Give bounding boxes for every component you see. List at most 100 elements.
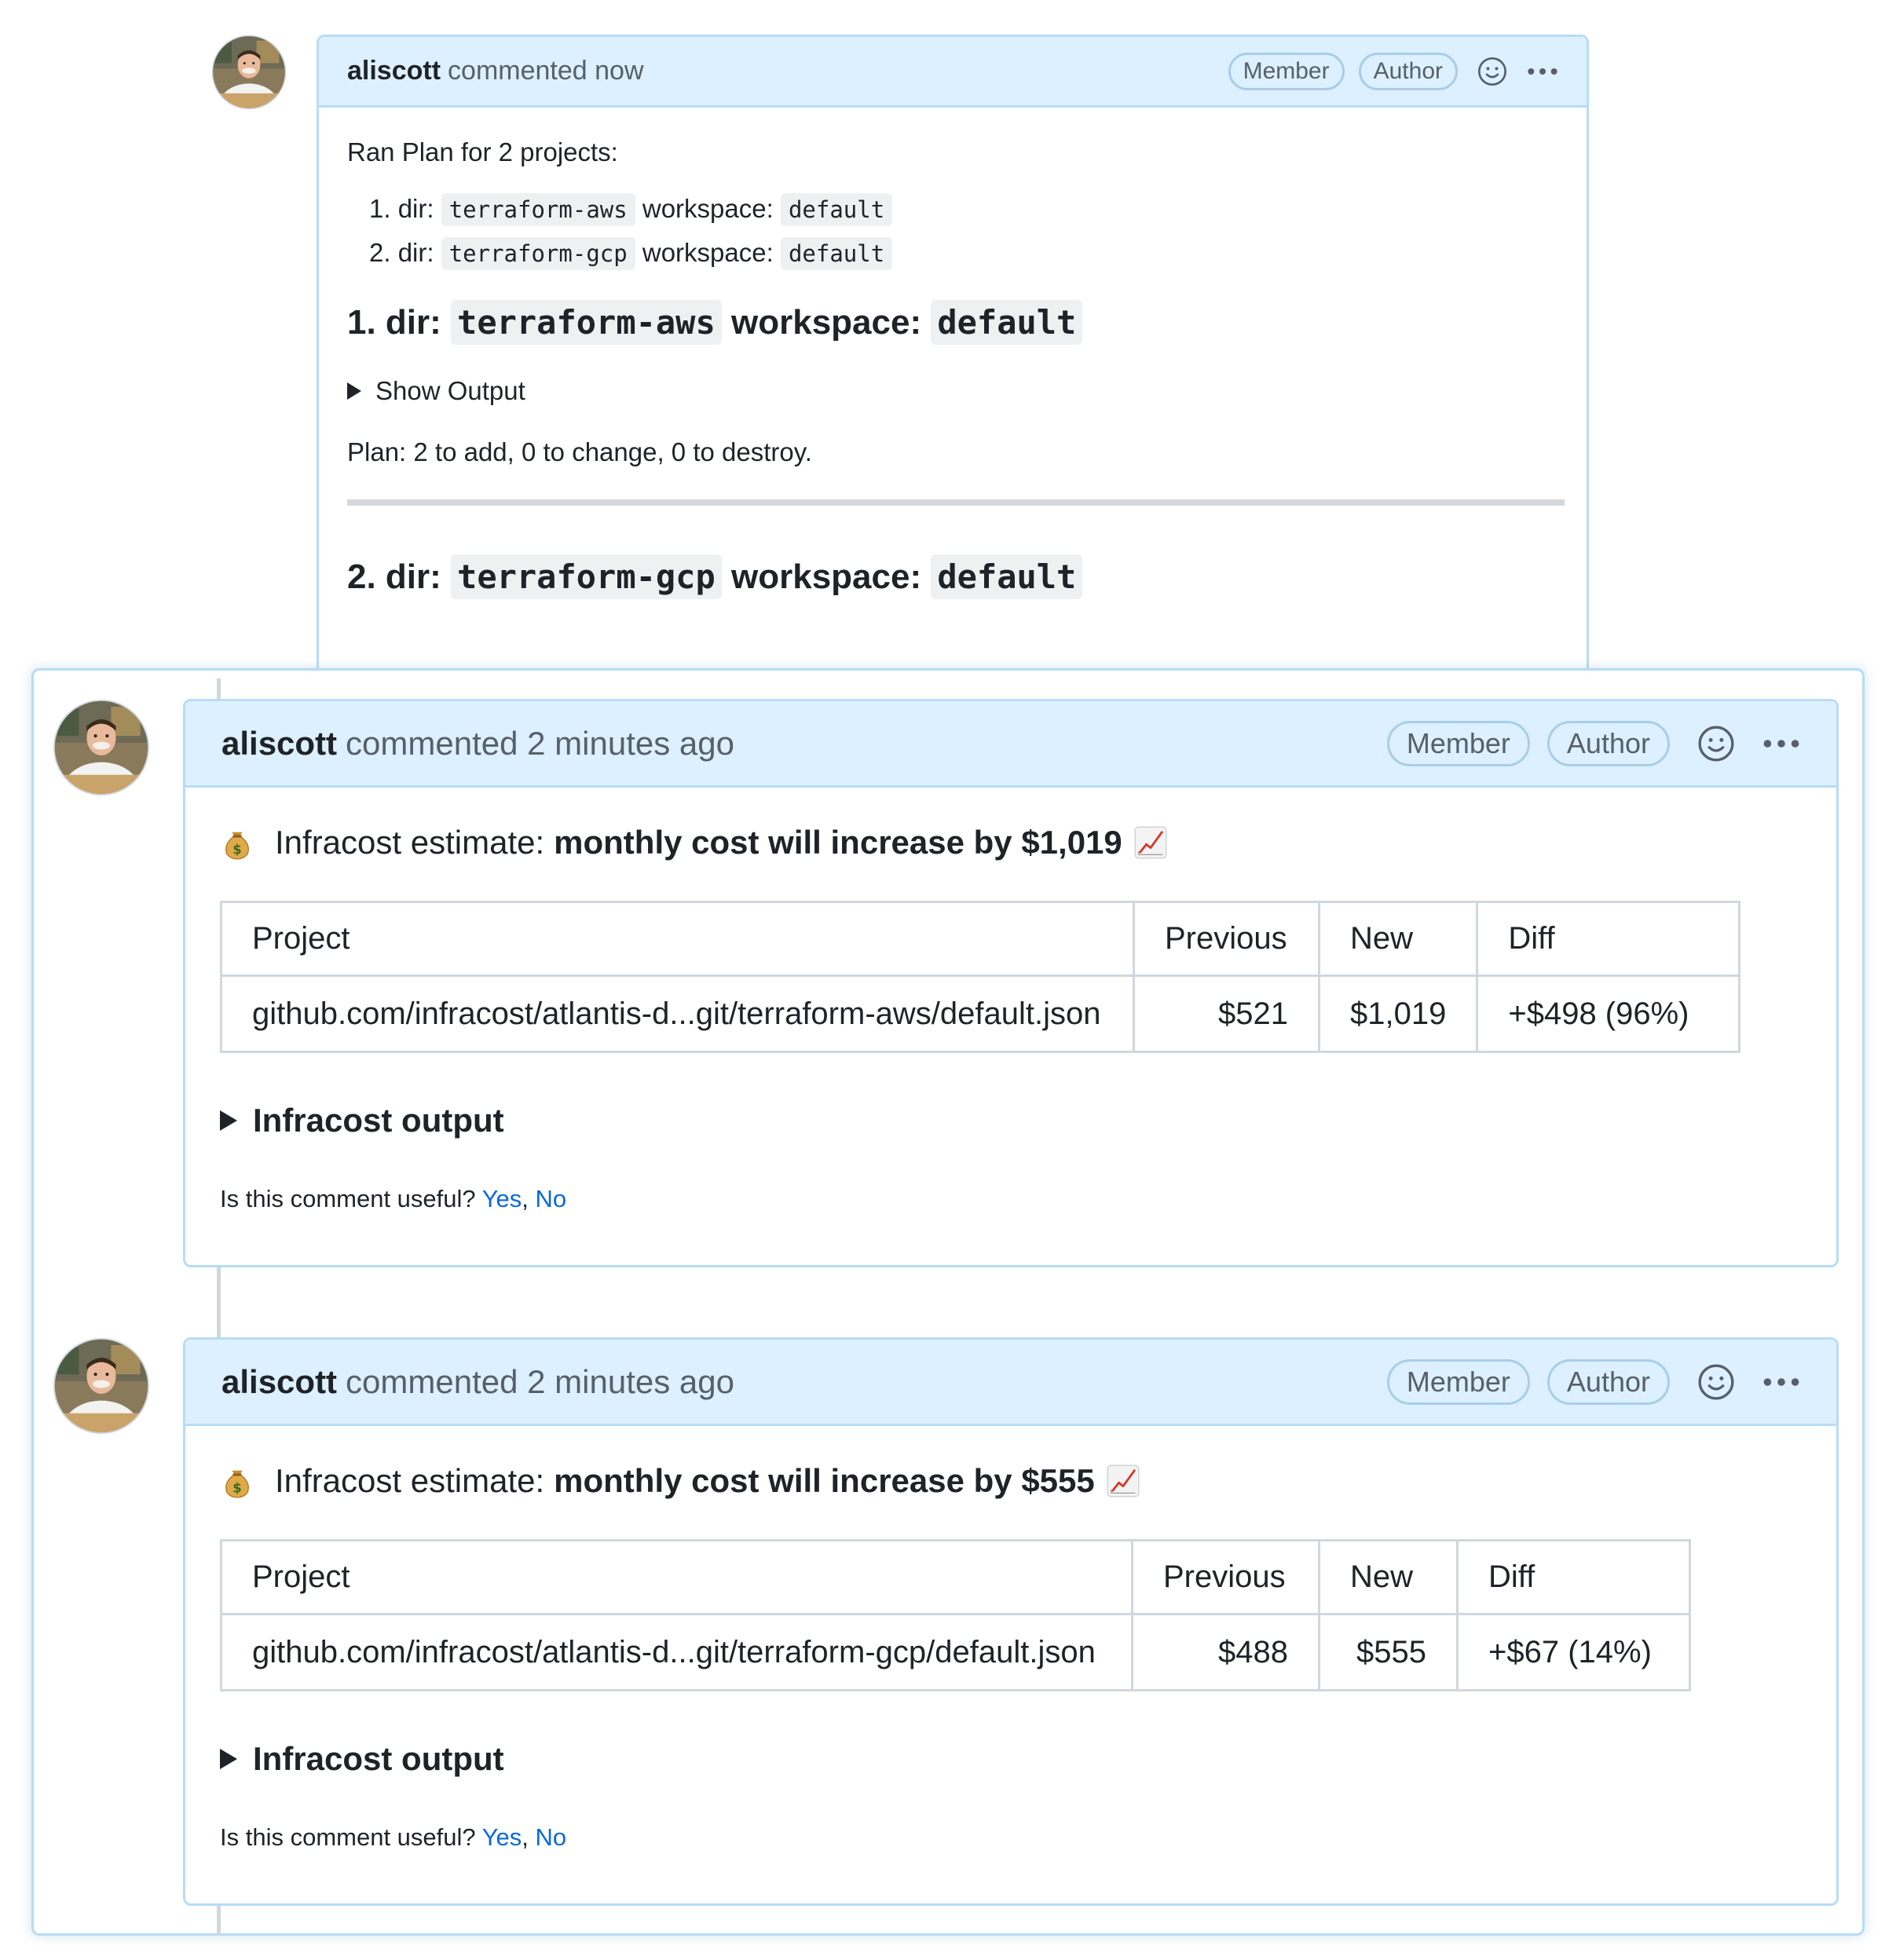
divider (347, 499, 1565, 506)
add-reaction-button[interactable] (1696, 724, 1736, 763)
column-header-previous: Previous (1133, 901, 1320, 977)
intro-text: Ran Plan for 2 projects: (347, 137, 618, 166)
infracost-output-toggle[interactable]: Infracost output (220, 1740, 1802, 1778)
avatar[interactable] (211, 35, 287, 110)
workspace-code: default (931, 554, 1083, 599)
smiley-icon (1696, 1362, 1736, 1402)
workspace-label: workspace: (731, 302, 922, 342)
show-output-label: Show Output (375, 376, 525, 406)
previous-cell: $488 (1131, 1613, 1320, 1691)
comment-timestamp[interactable]: commented 2 minutes ago (346, 1363, 734, 1401)
section-heading-1: 1. dir: terraform-aws workspace: default (347, 298, 1558, 347)
avatar[interactable] (53, 699, 150, 796)
list-item: 2. dir: terraform-gcp workspace: default (369, 235, 1558, 271)
new-cell: $555 (1318, 1613, 1459, 1691)
diff-cell: +$67 (14%) (1456, 1613, 1691, 1691)
timeline-line (217, 1267, 221, 1342)
dir-code: terraform-gcp (451, 554, 722, 599)
comment-menu-button[interactable] (1762, 738, 1800, 749)
money-bag-icon (220, 1464, 254, 1498)
comment-header: aliscott commented now Member Author (319, 37, 1587, 108)
section-heading-2: 2. dir: terraform-gcp workspace: default (347, 553, 1558, 602)
member-badge: Member (1386, 1358, 1530, 1405)
author-badge: Author (1546, 720, 1670, 766)
cost-table: Project Previous New Diff github.com/inf… (220, 901, 1741, 1053)
chart-increasing-icon (1106, 1464, 1140, 1498)
column-header-previous: Previous (1131, 1539, 1320, 1615)
workspace-code: default (780, 237, 893, 271)
estimate-prefix: Infracost estimate: (275, 1462, 545, 1499)
author-badge: Author (1358, 52, 1458, 90)
comment-timestamp[interactable]: commented now (448, 56, 643, 86)
feedback-question: Is this comment useful? (220, 1185, 476, 1212)
estimate-amount: monthly cost will increase by $1,019 (554, 824, 1122, 861)
heading-prefix: 1. dir: (347, 302, 441, 342)
table-header-row: Project Previous New Diff (220, 901, 1741, 977)
add-reaction-button[interactable] (1477, 56, 1508, 87)
diff-cell: +$498 (96%) (1476, 975, 1741, 1053)
workspace-label: workspace: (731, 557, 922, 596)
project-cell: github.com/infracost/atlantis-d...git/te… (220, 1613, 1133, 1691)
comment-header: aliscott commented 2 minutes ago Member … (185, 701, 1836, 788)
workspace-code: default (780, 193, 893, 227)
plan-summary: Plan: 2 to add, 0 to change, 0 to destro… (347, 437, 812, 467)
list-number: 2. dir: (369, 238, 434, 268)
dir-code: terraform-aws (441, 193, 635, 227)
feedback-no-link[interactable]: No (536, 1823, 567, 1851)
comment-timestamp[interactable]: commented 2 minutes ago (346, 725, 734, 762)
avatar[interactable] (53, 1337, 150, 1435)
list-item: 1. dir: terraform-aws workspace: default (369, 191, 1558, 227)
comment-card-background: aliscott commented now Member Author Ran… (317, 35, 1589, 741)
estimate-amount: monthly cost will increase by $555 (554, 1462, 1095, 1499)
show-output-toggle[interactable]: Show Output (347, 373, 1558, 409)
previous-cell: $521 (1133, 975, 1320, 1053)
smiley-icon (1477, 56, 1508, 87)
column-header-new: New (1318, 1539, 1459, 1615)
estimate-prefix: Infracost estimate: (275, 824, 545, 861)
feedback-question: Is this comment useful? (220, 1823, 476, 1851)
member-badge: Member (1386, 720, 1530, 766)
smiley-icon (1696, 724, 1736, 763)
cost-estimate: Infracost estimate: monthly cost will in… (220, 1462, 1802, 1500)
dir-code: terraform-gcp (441, 237, 635, 271)
column-header-project: Project (220, 901, 1135, 977)
kebab-horizontal-icon (1527, 67, 1558, 76)
infracost-output-label: Infracost output (253, 1102, 504, 1139)
timeline-line (217, 1903, 221, 1935)
comment-card: aliscott commented 2 minutes ago Member … (183, 1337, 1839, 1906)
column-header-project: Project (220, 1539, 1133, 1615)
kebab-horizontal-icon (1762, 1377, 1800, 1388)
member-badge: Member (1228, 52, 1345, 90)
triangle-right-icon (220, 1110, 237, 1131)
column-header-new: New (1317, 901, 1479, 977)
list-number: 1. dir: (369, 194, 434, 224)
feedback-line: Is this comment useful? Yes, No (220, 1185, 567, 1212)
comment-card: aliscott commented 2 minutes ago Member … (183, 699, 1839, 1267)
add-reaction-button[interactable] (1696, 1362, 1736, 1402)
comment-menu-button[interactable] (1762, 1377, 1800, 1388)
column-header-diff: Diff (1476, 901, 1741, 977)
comment-body: Infracost estimate: monthly cost will in… (185, 1426, 1836, 1883)
money-bag-icon (220, 825, 254, 860)
cost-table: Project Previous New Diff github.com/inf… (220, 1539, 1691, 1691)
comment-menu-button[interactable] (1527, 67, 1558, 76)
comment-body: Infracost estimate: monthly cost will in… (185, 788, 1836, 1245)
new-cell: $1,019 (1317, 975, 1479, 1053)
feedback-yes-link[interactable]: Yes (482, 1185, 522, 1212)
feedback-no-link[interactable]: No (536, 1185, 567, 1212)
table-row: github.com/infracost/atlantis-d...git/te… (220, 1613, 1691, 1691)
workspace-label: workspace: (642, 194, 774, 224)
cost-estimate: Infracost estimate: monthly cost will in… (220, 824, 1802, 861)
infracost-output-toggle[interactable]: Infracost output (220, 1102, 1802, 1139)
project-list: 1. dir: terraform-aws workspace: default… (347, 191, 1558, 271)
table-header-row: Project Previous New Diff (220, 1539, 1691, 1615)
chart-increasing-icon (1133, 825, 1168, 860)
dir-code: terraform-aws (451, 299, 722, 345)
comment-body: Ran Plan for 2 projects: 1. dir: terrafo… (319, 108, 1587, 654)
comment-author[interactable]: aliscott (221, 725, 337, 762)
kebab-horizontal-icon (1762, 738, 1800, 749)
comment-author[interactable]: aliscott (347, 56, 441, 86)
comment-author[interactable]: aliscott (221, 1363, 337, 1401)
feedback-yes-link[interactable]: Yes (482, 1823, 522, 1851)
project-cell: github.com/infracost/atlantis-d...git/te… (220, 975, 1135, 1053)
